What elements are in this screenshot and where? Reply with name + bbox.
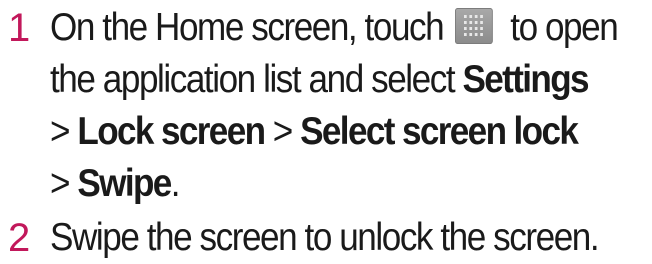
step-text-fragment: the application list and select — [50, 58, 463, 101]
step-number: 2 — [8, 216, 30, 260]
step-line: On the Home screen, touch to open — [50, 2, 619, 54]
menu-path-select-screen-lock: Select screen lock — [300, 110, 579, 153]
step-text: On the Home screen, touch to open the ap… — [50, 2, 619, 210]
step-text-fragment: On the Home screen, touch — [50, 6, 452, 49]
step-text: Swipe the screen to unlock the screen. — [50, 212, 600, 264]
path-separator: > — [50, 162, 78, 205]
app-grid-icon — [455, 8, 493, 44]
step-line: the application list and select Settings — [50, 54, 590, 106]
step-line: > Lock screen > Select screen lock — [50, 106, 590, 158]
menu-path-swipe: Swipe — [77, 162, 172, 205]
step-line: Swipe the screen to unlock the screen. — [50, 216, 600, 259]
step-line: > Swipe. — [50, 158, 590, 210]
menu-path-lock-screen: Lock screen — [77, 110, 266, 153]
path-separator: > — [264, 110, 301, 153]
menu-path-settings: Settings — [462, 58, 589, 101]
path-separator: > — [50, 110, 78, 153]
step-text-fragment: to open — [501, 6, 618, 49]
step-number: 1 — [8, 6, 30, 50]
instruction-steps: 1 On the Home screen, touch to open the … — [0, 0, 652, 263]
step-text-fragment: . — [170, 162, 181, 205]
